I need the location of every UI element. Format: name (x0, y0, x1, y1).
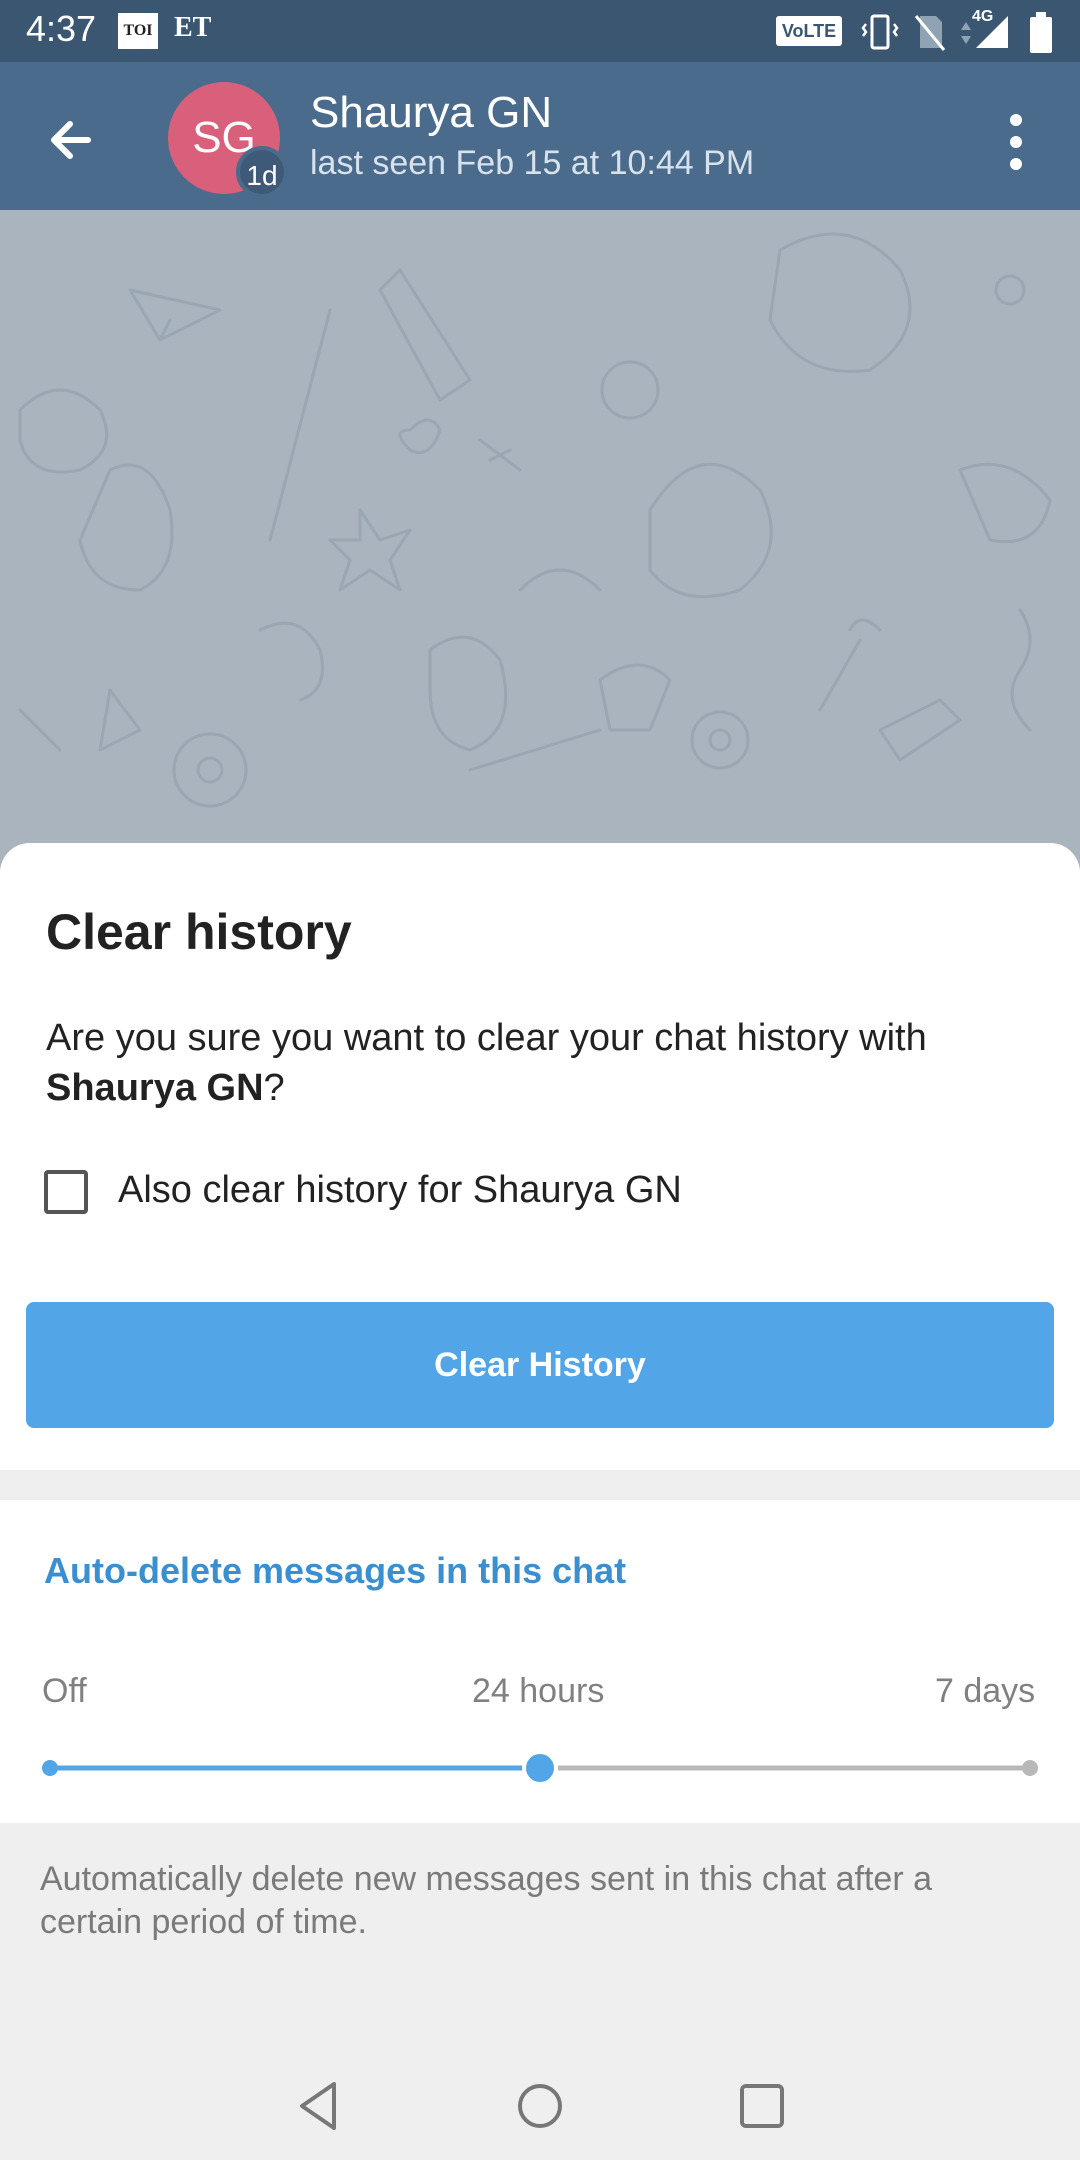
also-clear-checkbox-label[interactable]: Also clear history for Shaurya GN (118, 1169, 682, 1212)
toi-notification-icon: TOI (118, 13, 158, 49)
clear-history-sheet: Clear history Are you sure you want to c… (0, 843, 1080, 2160)
auto-delete-description: Automatically delete new messages sent i… (40, 1860, 933, 1941)
confirmation-message: Are you sure you want to clear your chat… (46, 1013, 1046, 1113)
auto-delete-section: Auto-delete messages in this chat Off 24… (0, 1500, 1080, 1823)
nav-recents-icon[interactable] (734, 2078, 790, 2134)
et-notification-icon: ET (174, 12, 212, 43)
doodle-pattern (18, 232, 1052, 808)
battery-icon (1030, 12, 1052, 53)
no-sim-icon (914, 15, 946, 51)
vibrate-icon (861, 14, 899, 50)
message-suffix: ? (263, 1067, 285, 1109)
message-contact-name: Shaurya GN (46, 1067, 264, 1109)
chat-title[interactable]: Shaurya GN (310, 88, 552, 138)
chat-header: SG 1d Shaurya GN last seen Feb 15 at 10:… (0, 62, 1080, 210)
sheet-title: Clear history (46, 904, 352, 960)
volte-icon: VoLTE (776, 16, 842, 46)
last-seen-status: last seen Feb 15 at 10:44 PM (310, 144, 755, 182)
also-clear-checkbox[interactable] (44, 1170, 88, 1214)
clear-history-section: Clear history Are you sure you want to c… (0, 843, 1080, 1470)
signal-icon (976, 16, 1008, 48)
chat-wallpaper (0, 210, 1080, 850)
system-navigation-bar (0, 2078, 1080, 2158)
slider-stop-off[interactable] (42, 1760, 58, 1776)
more-options-icon[interactable] (996, 106, 1036, 178)
slider-thumb[interactable] (522, 1750, 558, 1786)
clear-history-button[interactable]: Clear History (26, 1302, 1054, 1428)
message-prefix: Are you sure you want to clear your chat… (46, 1017, 927, 1059)
slider-stop-7-days[interactable] (1022, 1760, 1038, 1776)
status-time: 4:37 (26, 8, 97, 49)
nav-back-icon[interactable] (292, 2078, 348, 2134)
auto-delete-slider[interactable] (0, 1500, 1080, 1823)
back-arrow-icon[interactable] (36, 104, 108, 176)
last-seen-badge: 1d (236, 146, 288, 198)
nav-home-icon[interactable] (512, 2078, 568, 2134)
status-bar: 4:37 TOI ET VoLTE 4G (0, 0, 1080, 62)
